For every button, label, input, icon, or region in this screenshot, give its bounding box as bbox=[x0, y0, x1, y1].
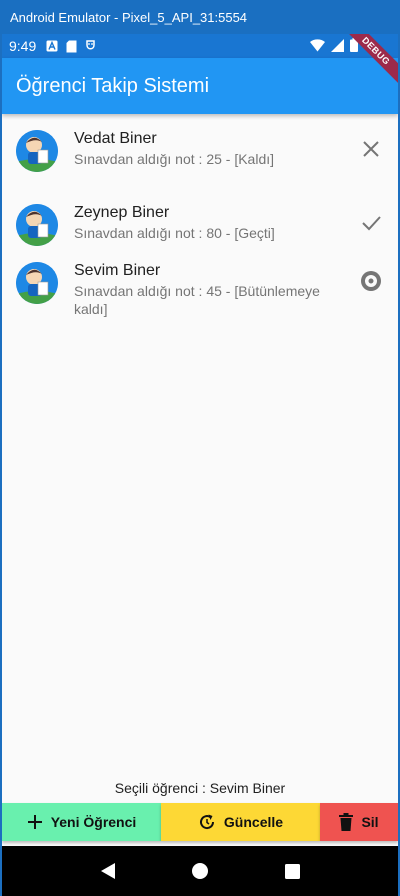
student-grade: Sınavdan aldığı not : 80 - [Geçti] bbox=[74, 225, 275, 241]
page-title: Öğrenci Takip Sistemi bbox=[16, 74, 210, 97]
status-time: 9:49 bbox=[9, 38, 37, 54]
home-icon[interactable] bbox=[192, 863, 209, 879]
radio-icon bbox=[361, 271, 381, 291]
student-name: Vedat Biner bbox=[74, 130, 157, 147]
device-screen: 9:49 DEBUG Öğrenci Takip Sistemi Vedat B… bbox=[2, 34, 398, 896]
recents-icon[interactable] bbox=[284, 863, 300, 879]
selected-student-label: Seçili öğrenci : Sevim Biner bbox=[114, 780, 286, 796]
a-icon bbox=[46, 40, 58, 52]
usb-icon bbox=[86, 39, 95, 49]
student-avatar bbox=[16, 204, 58, 246]
student-avatar bbox=[16, 262, 58, 304]
delete-button[interactable]: Sil bbox=[320, 803, 398, 841]
signal-icon bbox=[331, 38, 344, 52]
close-icon bbox=[363, 141, 379, 157]
emulator-window-title: Android Emulator - Pixel_5_API_31:5554 bbox=[0, 0, 400, 34]
student-grade: Sınavdan aldığı not : 25 - [Kaldı] bbox=[74, 151, 275, 167]
student-list: Vedat Biner Sınavdan aldığı not : 25 - [… bbox=[2, 114, 398, 317]
window-title-text: Android Emulator - Pixel_5_API_31:5554 bbox=[10, 9, 248, 25]
sd-card-icon bbox=[66, 40, 77, 52]
action-button-row: Yeni Öğrenci Güncelle Sil bbox=[2, 803, 398, 841]
student-list-item[interactable]: Sevim Biner Sınavdan aldığı not : 45 - [… bbox=[2, 246, 398, 317]
student-name: Sevim Biner bbox=[74, 262, 161, 279]
student-list-item[interactable]: Vedat Biner Sınavdan aldığı not : 25 - [… bbox=[2, 114, 398, 188]
student-avatar-image bbox=[16, 262, 58, 304]
add-student-label: Yeni Öğrenci bbox=[50, 814, 137, 830]
plus-icon bbox=[27, 815, 42, 829]
add-student-button[interactable]: Yeni Öğrenci bbox=[2, 803, 161, 841]
app-bar: Öğrenci Takip Sistemi bbox=[2, 58, 398, 114]
student-grade: Sınavdan aldığı not : 45 - [Bütünlemeye … bbox=[74, 283, 320, 317]
android-nav-bar bbox=[2, 846, 398, 896]
trash-icon bbox=[339, 813, 354, 831]
refresh-icon bbox=[199, 814, 214, 830]
update-button[interactable]: Güncelle bbox=[161, 803, 320, 841]
student-avatar bbox=[16, 130, 58, 172]
update-label: Güncelle bbox=[223, 814, 284, 830]
check-icon bbox=[362, 216, 381, 231]
back-icon[interactable] bbox=[100, 862, 116, 880]
student-list-item[interactable]: Zeynep Biner Sınavdan aldığı not : 80 - … bbox=[2, 188, 398, 246]
student-avatar-image bbox=[16, 130, 58, 172]
status-bar: 9:49 DEBUG bbox=[2, 34, 398, 92]
student-avatar-image bbox=[16, 204, 58, 246]
wifi-icon bbox=[310, 38, 325, 51]
delete-label: Sil bbox=[361, 814, 379, 830]
student-name: Zeynep Biner bbox=[74, 204, 170, 221]
